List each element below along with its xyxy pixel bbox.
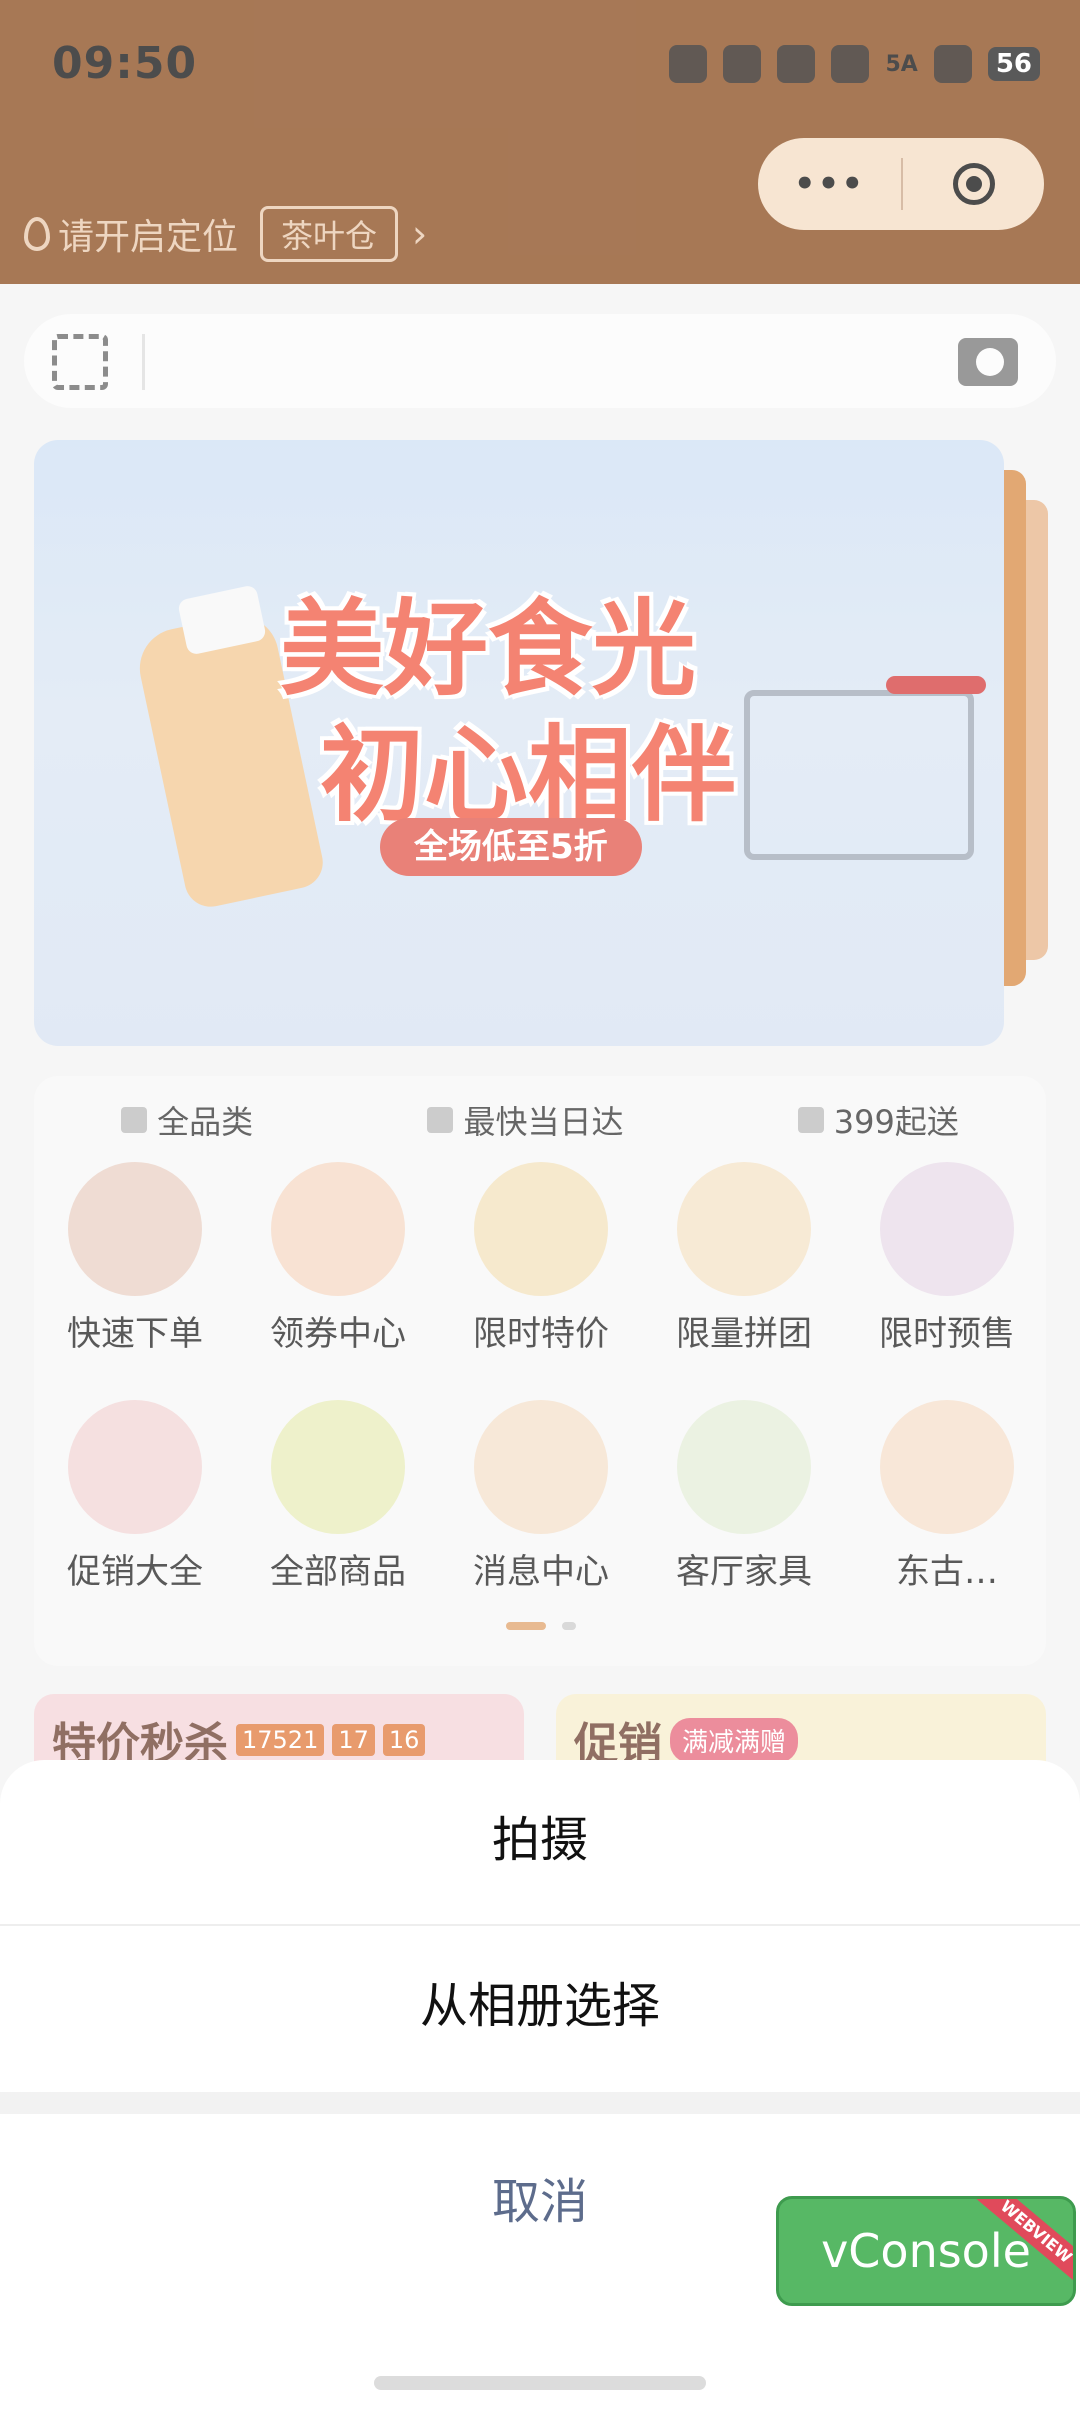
action-sheet: 拍摄 从相册选择 取消: [0, 1760, 1080, 2411]
sheet-divider: [0, 1924, 1080, 1926]
take-photo-button[interactable]: 拍摄: [0, 1800, 1080, 1870]
home-indicator[interactable]: [374, 2376, 706, 2390]
sheet-gap: [0, 2092, 1080, 2114]
vconsole-label: vConsole: [821, 2224, 1031, 2278]
choose-from-album-button[interactable]: 从相册选择: [0, 1966, 1080, 2036]
vconsole-button[interactable]: vConsole WEBVIEW: [776, 2196, 1076, 2306]
